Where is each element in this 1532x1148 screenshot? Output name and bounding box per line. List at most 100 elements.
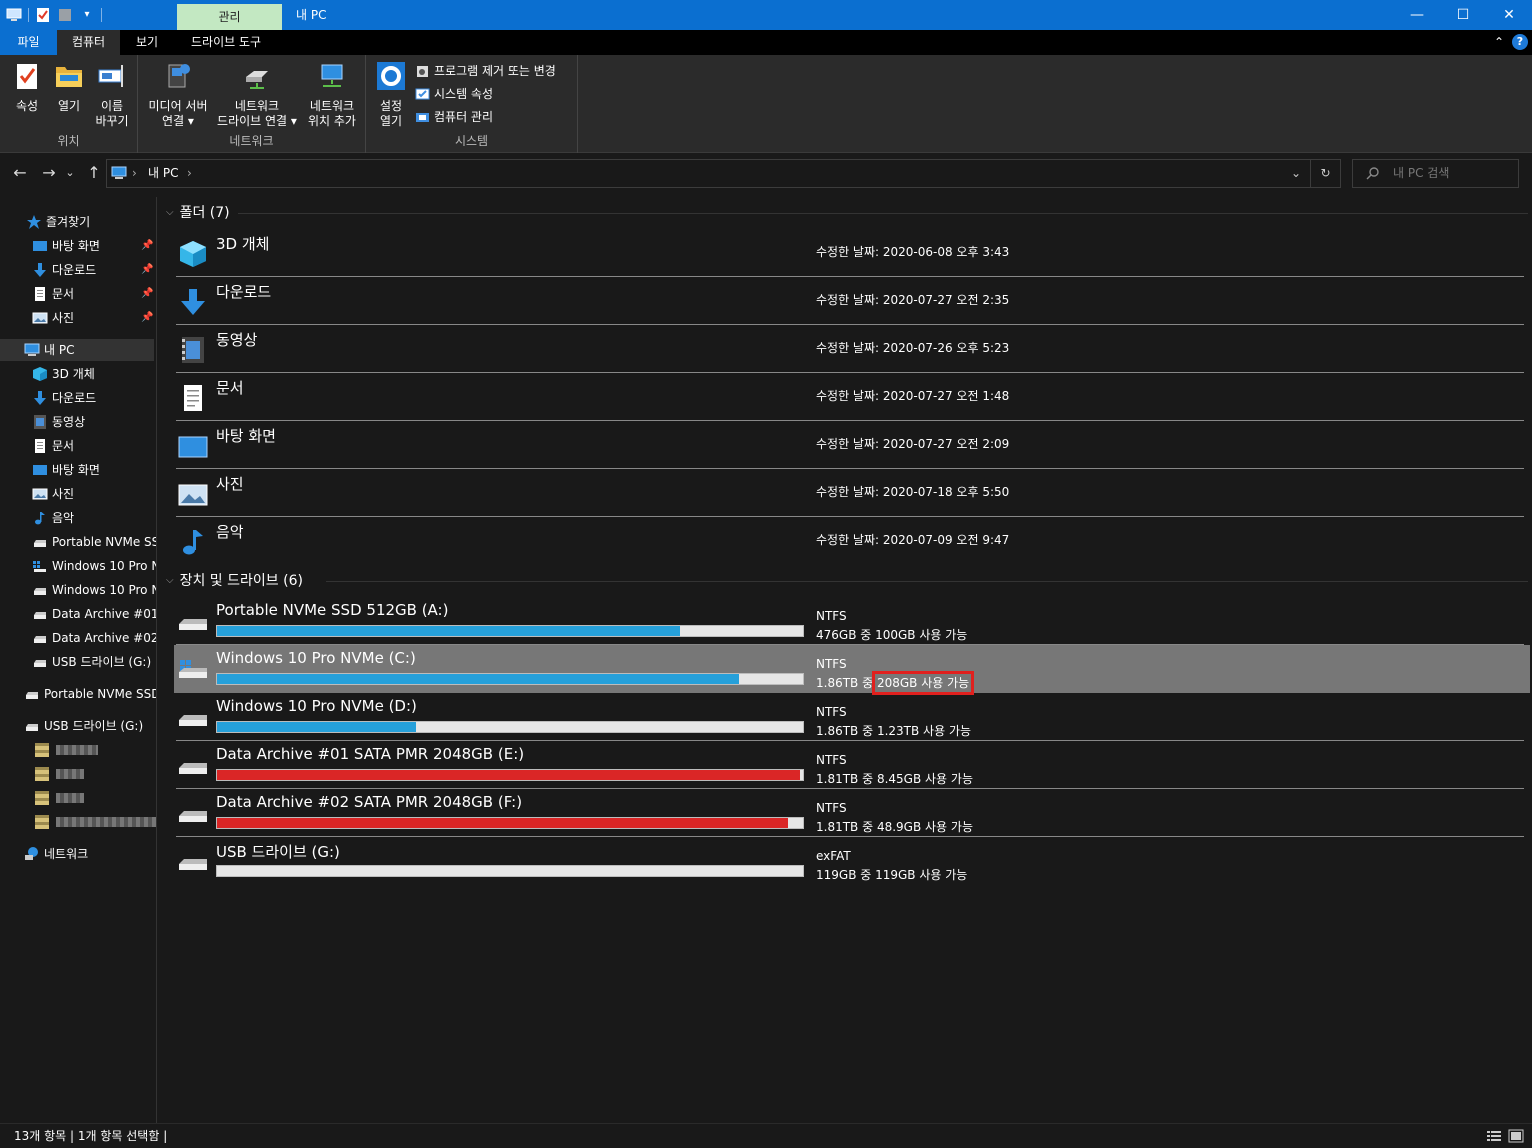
pin-icon[interactable]: 📌 <box>141 307 153 329</box>
nav-videos[interactable]: 동영상 <box>32 411 85 433</box>
map-network-drive-button[interactable]: 네트워크 드라이브 연결 ▾ <box>214 61 300 129</box>
tab-drive-tools[interactable]: 드라이브 도구 <box>177 30 275 55</box>
map-drive-label-1: 네트워크 <box>234 99 280 113</box>
pin-icon[interactable]: 📌 <box>141 259 153 281</box>
drive-row[interactable]: Windows 10 Pro NVMe (D:) NTFS 1.86TB 중 1… <box>176 693 1524 741</box>
drive-filesystem: exFAT <box>816 849 851 863</box>
drive-free-space: 476GB 중 100GB 사용 가능 <box>816 628 968 642</box>
nav-network[interactable]: 네트워크 <box>24 843 88 865</box>
tab-file[interactable]: 파일 <box>0 30 57 55</box>
computer-icon[interactable] <box>6 7 22 23</box>
drives-group-header[interactable]: ⌵ 장치 및 드라이브 (6) <box>166 571 303 591</box>
computer-management-button[interactable]: 컴퓨터 관리 <box>415 107 493 127</box>
breadcrumb-separator[interactable]: › <box>187 160 192 187</box>
rename-icon <box>98 65 123 87</box>
drive-usage-fill <box>217 674 739 684</box>
nav-label: Portable NVMe SSD <box>44 687 157 701</box>
drive-row[interactable]: Data Archive #01 SATA PMR 2048GB (E:) NT… <box>176 741 1524 789</box>
nav-drive-a[interactable]: Portable NVMe SS <box>32 531 156 553</box>
navigation-pane: 즐겨찾기 바탕 화면 📌 다운로드 📌 문서 📌 사진 📌 내 PC 3D 개체… <box>0 197 157 1123</box>
drive-icon <box>26 692 38 699</box>
drive-free-space: 1.81TB 중 48.9GB 사용 가능 <box>816 820 973 834</box>
nav-quick-pictures[interactable]: 사진 <box>32 307 74 329</box>
redacted-folder-icon <box>35 791 49 805</box>
nav-drive-d[interactable]: Windows 10 Pro N <box>32 579 156 601</box>
refresh-button[interactable]: ↻ <box>1310 160 1340 187</box>
large-icons-view-icon[interactable] <box>1508 1129 1524 1143</box>
nav-3d-objects[interactable]: 3D 개체 <box>32 363 95 385</box>
nav-drive-e[interactable]: Data Archive #01 S <box>32 603 156 625</box>
folder-row[interactable]: 3D 개체 수정한 날짜: 2020-06-08 오후 3:43 <box>176 229 1524 277</box>
nav-quick-desktop[interactable]: 바탕 화면 <box>32 235 100 257</box>
nav-downloads[interactable]: 다운로드 <box>32 387 96 409</box>
folder-row[interactable]: 음악 수정한 날짜: 2020-07-09 오전 9:47 <box>176 517 1524 565</box>
nav-drive-f[interactable]: Data Archive #02 S <box>32 627 156 649</box>
properties-icon[interactable] <box>35 7 51 23</box>
nav-drive-g[interactable]: USB 드라이브 (G:) <box>32 651 151 673</box>
drive-row[interactable]: Data Archive #02 SATA PMR 2048GB (F:) NT… <box>176 789 1524 837</box>
tab-view[interactable]: 보기 <box>122 30 172 55</box>
nav-quick-access[interactable]: 즐겨찾기 <box>26 211 90 233</box>
forward-button[interactable]: → <box>39 163 59 183</box>
address-bar[interactable]: › 내 PC › ⌄ ↻ <box>106 159 1341 188</box>
minimize-button[interactable]: — <box>1394 0 1440 30</box>
network-location-icon <box>321 64 343 87</box>
help-icon[interactable]: ? <box>1512 34 1528 50</box>
open-button[interactable]: 열기 <box>50 61 88 114</box>
nav-quick-documents[interactable]: 문서 <box>32 283 74 305</box>
nav-this-pc[interactable]: 내 PC <box>0 339 154 361</box>
folder-row[interactable]: 사진 수정한 날짜: 2020-07-18 오후 5:50 <box>176 469 1524 517</box>
nav-portable-ssd[interactable]: Portable NVMe SSD <box>24 683 157 705</box>
recent-locations-button[interactable]: ⌄ <box>63 163 77 183</box>
nav-music[interactable]: 음악 <box>32 507 74 529</box>
breadcrumb-separator[interactable]: › <box>132 160 137 187</box>
properties-button[interactable]: 속성 <box>8 61 46 114</box>
media-server-button[interactable]: 미디어 서버 연결 ▾ <box>144 61 212 129</box>
system-properties-button[interactable]: 시스템 속성 <box>415 84 493 104</box>
customize-chevron-icon[interactable]: ▾ <box>79 7 95 23</box>
folder-icon[interactable] <box>57 7 73 23</box>
ribbon-group-label: 시스템 <box>454 134 489 148</box>
nav-pictures[interactable]: 사진 <box>32 483 74 505</box>
folder-row[interactable]: 동영상 수정한 날짜: 2020-07-26 오후 5:23 <box>176 325 1524 373</box>
uninstall-program-button[interactable]: 프로그램 제거 또는 변경 <box>415 61 556 81</box>
collapse-ribbon-icon[interactable]: ⌃ <box>1494 34 1504 51</box>
drive-icon <box>34 612 46 619</box>
tab-computer[interactable]: 컴퓨터 <box>57 30 120 55</box>
nav-documents[interactable]: 문서 <box>32 435 74 457</box>
nav-label: 동영상 <box>52 415 86 429</box>
folder-row[interactable]: 다운로드 수정한 날짜: 2020-07-27 오전 2:35 <box>176 277 1524 325</box>
drive-total-label: 1.86TB 중 <box>816 676 877 690</box>
up-button[interactable]: ↑ <box>84 163 104 183</box>
pin-icon[interactable]: 📌 <box>141 235 153 257</box>
close-button[interactable]: ✕ <box>1486 0 1532 30</box>
search-placeholder: 내 PC 검색 <box>1393 166 1450 180</box>
folder-row[interactable]: 문서 수정한 날짜: 2020-07-27 오전 1:48 <box>176 373 1524 421</box>
pin-icon[interactable]: 📌 <box>141 283 153 305</box>
details-view-icon[interactable] <box>1486 1129 1502 1143</box>
drive-filesystem: NTFS <box>816 657 847 671</box>
nav-usb-drive[interactable]: USB 드라이브 (G:) <box>24 715 143 737</box>
tab-manage[interactable]: 관리 <box>177 4 282 31</box>
drive-row-selected[interactable]: Windows 10 Pro NVMe (C:) NTFS 1.86TB 중 2… <box>174 645 1530 695</box>
breadcrumb-this-pc[interactable]: 내 PC <box>148 160 178 187</box>
drive-row[interactable]: Portable NVMe SSD 512GB (A:) NTFS 476GB … <box>176 597 1524 645</box>
nav-label: 바탕 화면 <box>52 463 100 477</box>
add-network-location-button[interactable]: 네트워크 위치 추가 <box>302 61 362 129</box>
nav-desktop[interactable]: 바탕 화면 <box>32 459 100 481</box>
folder-row[interactable]: 바탕 화면 수정한 날짜: 2020-07-27 오전 2:09 <box>176 421 1524 469</box>
rename-button[interactable]: 이름 바꾸기 <box>92 61 132 129</box>
ribbon-group-label: 네트워크 <box>229 134 274 148</box>
folders-group-header[interactable]: ⌵ 폴더 (7) <box>166 203 230 223</box>
maximize-button[interactable]: ☐ <box>1440 0 1486 30</box>
nav-drive-c[interactable]: Windows 10 Pro N <box>32 555 156 577</box>
address-dropdown-button[interactable]: ⌄ <box>1281 160 1311 187</box>
cube-icon <box>180 241 206 267</box>
windows-drive-icon <box>33 561 46 572</box>
search-box[interactable]: 내 PC 검색 <box>1352 159 1519 188</box>
drive-row[interactable]: USB 드라이브 (G:) exFAT 119GB 중 119GB 사용 가능 <box>176 837 1524 885</box>
open-settings-button[interactable]: 설정 열기 <box>372 61 410 129</box>
back-button[interactable]: ← <box>10 163 30 183</box>
system-properties-icon <box>415 88 430 99</box>
nav-quick-downloads[interactable]: 다운로드 <box>32 259 96 281</box>
